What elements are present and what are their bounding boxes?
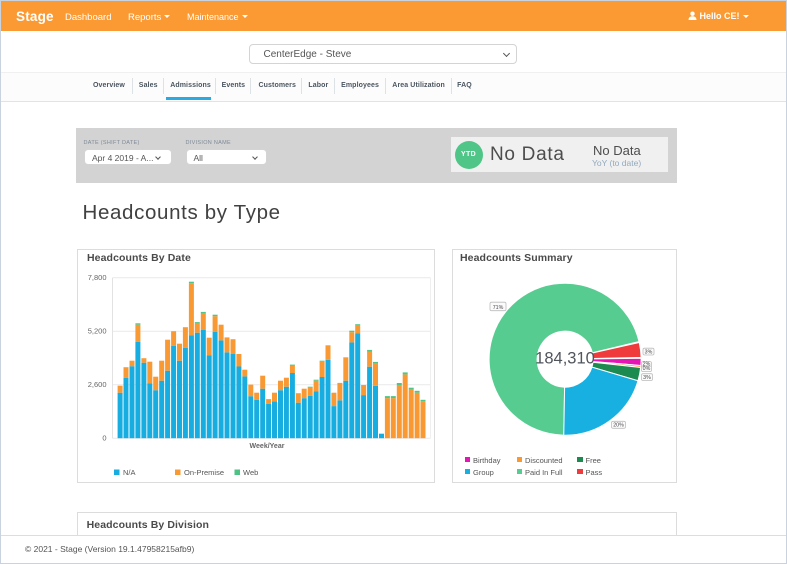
- svg-text:5,200: 5,200: [88, 327, 107, 336]
- svg-text:3%: 3%: [645, 350, 653, 356]
- svg-text:71%: 71%: [493, 305, 504, 311]
- svg-text:On-Premise: On-Premise: [184, 468, 224, 477]
- svg-text:7,800: 7,800: [88, 273, 107, 282]
- svg-text:N/A: N/A: [123, 468, 136, 477]
- svg-text:2,600: 2,600: [88, 380, 107, 389]
- svg-text:0%: 0%: [643, 366, 651, 372]
- svg-text:20%: 20%: [613, 423, 624, 429]
- svg-text:Web: Web: [243, 468, 258, 477]
- svg-text:3%: 3%: [643, 375, 651, 381]
- svg-text:184,310: 184,310: [535, 350, 595, 368]
- svg-text:Week/Year: Week/Year: [250, 443, 285, 450]
- svg-text:0: 0: [102, 434, 106, 443]
